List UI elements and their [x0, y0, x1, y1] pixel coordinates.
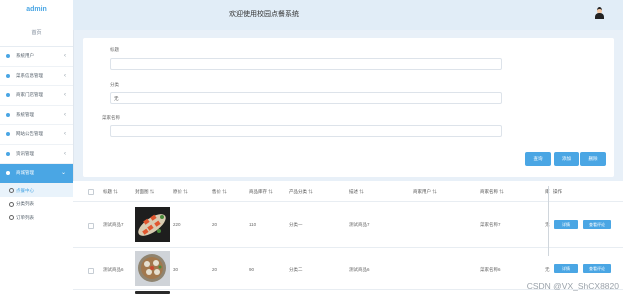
circle-icon [9, 215, 14, 220]
chevron-left-icon: ‹ [64, 72, 66, 79]
column-header-category[interactable]: 产品分类 ⇅ [289, 189, 313, 195]
view-reviews-button[interactable]: 查看评论 [583, 220, 611, 229]
sidebar-item-label: 资讯管理 [16, 150, 34, 156]
detail-button[interactable]: 详情 [554, 220, 578, 229]
search-form: 标题 分类 无 菜家名称 查询 添加 删除 [83, 38, 614, 177]
title-field-label: 标题 [110, 47, 119, 52]
shop-name-field-label: 菜家名称 [102, 115, 120, 120]
column-header-shop-user[interactable]: 商家用户 ⇅ [413, 189, 437, 195]
cell-description: 测试商品6 [349, 267, 370, 272]
column-header-title[interactable]: 标题 ⇅ [103, 189, 118, 195]
chevron-down-icon: ⌄ [60, 170, 66, 176]
cell-category: 分类一 [289, 222, 303, 227]
sidebar-item-announcements[interactable]: 网站公告管理 ‹ [0, 125, 73, 145]
column-header-cover: 封面图 ⇅ [135, 189, 155, 194]
sidebar-item-news[interactable]: 资讯管理 ‹ [0, 145, 73, 164]
chevron-left-icon: ‹ [64, 92, 66, 98]
cell-category: 分类二 [289, 267, 303, 272]
cell-price: 20 [212, 222, 218, 227]
add-button[interactable]: 添加 [554, 152, 579, 166]
sidebar-subitem-label: 点餐中心 [16, 187, 34, 193]
query-button[interactable]: 查询 [525, 152, 551, 166]
category-field-label: 分类 [110, 82, 119, 87]
sidebar: admin 首页 系统用户 ‹ 菜系信息管理 ‹ 商家门店管理 ‹ 系统管理 ‹… [0, 0, 74, 294]
column-header-actions: 操作 [553, 189, 562, 194]
menu-dot-icon [6, 171, 10, 175]
page-title: 欢迎使用校园点餐系统 [229, 11, 299, 18]
cell-title: 测试商品7 [103, 222, 124, 227]
view-reviews-button[interactable]: 查看评论 [583, 264, 611, 273]
sidebar-item-label: 商城管理 [16, 170, 34, 175]
shop-name-input[interactable] [110, 125, 502, 137]
data-table: 标题 ⇅ 封面图 ⇅ 原价 ⇅ 售价 ⇅ 商品库存 ⇅ 产品分类 ⇅ 描述 ⇅ … [73, 181, 623, 294]
cell-price: 20 [212, 267, 218, 272]
circle-icon [9, 188, 14, 193]
sidebar-subitem-label: 订单列表 [16, 214, 34, 220]
menu-dot-icon [6, 93, 10, 97]
sidebar-subitem-order-center[interactable]: 点餐中心 [0, 183, 73, 197]
category-input[interactable]: 无 [110, 92, 502, 104]
menu-dot-icon [6, 132, 10, 136]
product-cover-image [135, 207, 170, 242]
divider [73, 247, 623, 248]
menu-dot-icon [6, 54, 10, 58]
sidebar-item-label: 网站公告管理 [16, 131, 43, 136]
sidebar-item-mall[interactable]: 商城管理 ⌄ [0, 164, 73, 184]
menu-dot-icon [6, 73, 10, 78]
cell-title: 测试商品6 [103, 267, 124, 272]
avatar-body [595, 13, 604, 19]
sidebar-item-stores[interactable]: 商家门店管理 ‹ [0, 86, 73, 106]
sidebar-item-label: 菜系信息管理 [16, 72, 43, 78]
cell-original-price: 220 [173, 222, 181, 227]
table-scrollbar[interactable] [548, 186, 549, 256]
topbar: 欢迎使用校园点餐系统 [73, 0, 623, 30]
delete-button[interactable]: 删除 [580, 152, 606, 166]
column-header-shop-name[interactable]: 商家名称 ⇅ [480, 189, 504, 195]
sidebar-item-cuisine[interactable]: 菜系信息管理 ‹ [0, 67, 73, 86]
sidebar-item-label: 系统管理 [16, 111, 34, 117]
user-avatar-icon[interactable] [595, 7, 604, 19]
app-logo: admin [26, 6, 47, 13]
chevron-left-icon: ‹ [64, 111, 66, 118]
select-all-checkbox[interactable] [88, 189, 94, 195]
row-checkbox[interactable] [88, 268, 94, 274]
cell-stock-2: 无 [545, 267, 550, 272]
chevron-left-icon: ‹ [64, 53, 66, 59]
column-header-price[interactable]: 售价 ⇅ [212, 189, 227, 195]
circle-icon [9, 201, 14, 207]
cell-shop-name: 菜家名称6 [480, 267, 501, 272]
divider [73, 201, 623, 202]
row-checkbox[interactable] [88, 223, 94, 229]
detail-button[interactable]: 详情 [554, 264, 578, 273]
chevron-left-icon: ‹ [64, 150, 66, 157]
cell-original-price: 30 [173, 267, 179, 272]
menu-dot-icon [6, 151, 10, 156]
sidebar-item-system[interactable]: 系统管理 ‹ [0, 106, 73, 125]
title-input[interactable] [110, 58, 502, 70]
sidebar-subitem-order-list[interactable]: 订单列表 [0, 211, 73, 225]
cell-stock: 110 [249, 222, 257, 227]
menu-dot-icon [6, 112, 10, 117]
sidebar-subitem-label: 分类列表 [16, 201, 34, 206]
column-header-stock[interactable]: 商品库存 ⇅ [249, 189, 273, 195]
watermark: CSDN @VX_ShCX8820 [526, 281, 619, 291]
column-header-original-price[interactable]: 原价 ⇅ [173, 189, 188, 195]
sidebar-home[interactable]: 首页 [0, 20, 73, 47]
cell-description: 测试商品7 [349, 222, 370, 227]
product-cover-image [135, 251, 170, 286]
sidebar-item-label: 商家门店管理 [16, 92, 43, 97]
cell-stock: 90 [249, 267, 255, 272]
sidebar-subitem-category-list[interactable]: 分类列表 [0, 197, 73, 211]
column-header-description[interactable]: 描述 ⇅ [349, 189, 364, 195]
cell-shop-name: 菜家名称7 [480, 222, 501, 227]
sidebar-item-label: 系统用户 [16, 53, 34, 58]
sidebar-item-system-users[interactable]: 系统用户 ‹ [0, 47, 73, 67]
chevron-left-icon: ‹ [64, 131, 66, 137]
